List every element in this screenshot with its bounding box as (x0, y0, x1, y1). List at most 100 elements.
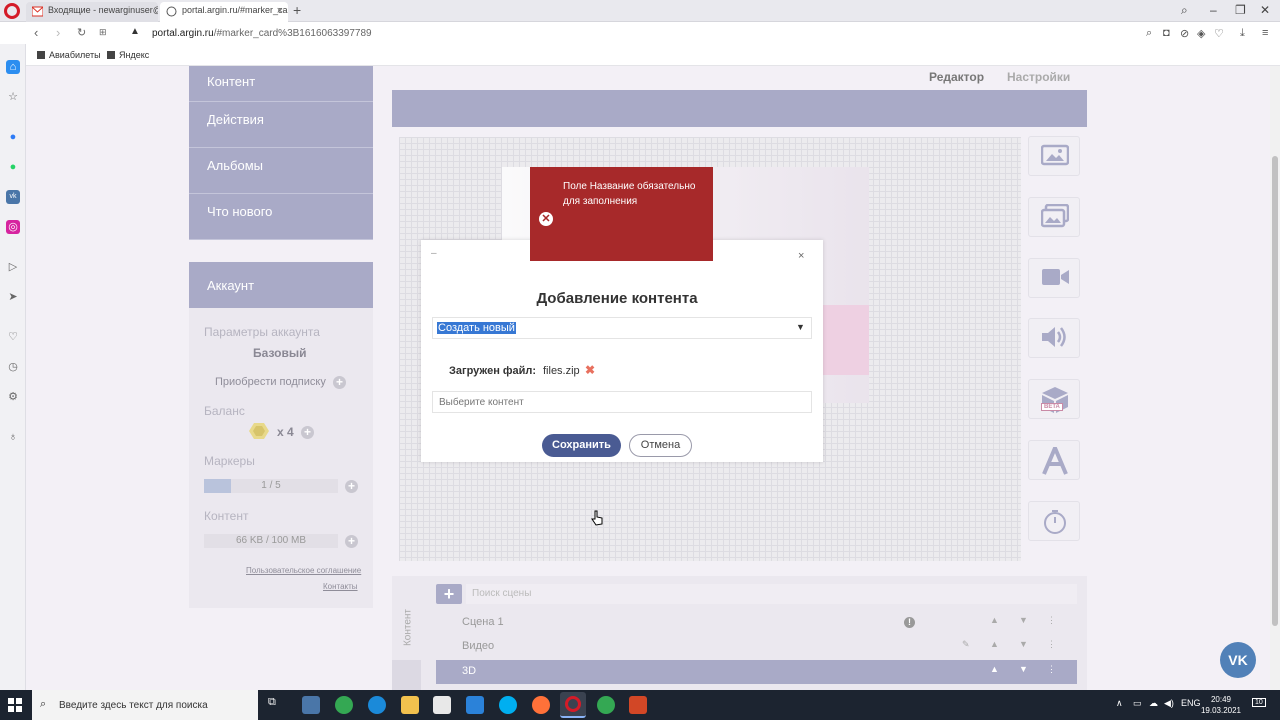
nav-item-actions[interactable]: Действия (189, 102, 373, 148)
tool-timer-button[interactable] (1028, 501, 1080, 541)
forward-icon[interactable]: › (56, 25, 60, 40)
save-button[interactable]: Сохранить (542, 434, 621, 457)
whatsapp-icon[interactable]: ● (6, 160, 20, 174)
edit-icon[interactable]: ✎ (962, 639, 970, 650)
user-agreement-link[interactable]: Пользовательское соглашение (246, 566, 361, 575)
add-marker-icon[interactable]: + (345, 480, 358, 493)
nav-item-content[interactable]: Контент (189, 66, 373, 102)
star-icon[interactable]: ☆ (6, 90, 20, 104)
chrome-icon[interactable] (597, 696, 615, 714)
account-header[interactable]: Аккаунт (189, 262, 373, 308)
more-icon[interactable]: ⋮ (1047, 639, 1056, 650)
scene-side-tab[interactable]: Контент (396, 594, 420, 670)
tool-image-button[interactable] (1028, 136, 1080, 176)
tab-settings[interactable]: Настройки (1007, 70, 1070, 84)
move-down-icon[interactable]: ▼ (1019, 639, 1028, 649)
skype-icon[interactable] (499, 696, 517, 714)
nav-item-albums[interactable]: Альбомы (189, 148, 373, 194)
tool-text-button[interactable] (1028, 440, 1080, 480)
add-scene-button[interactable]: + (436, 584, 462, 604)
error-toast[interactable]: ✕ Поле Название обязательно для заполнен… (530, 167, 713, 261)
contacts-link[interactable]: Контакты (323, 582, 358, 591)
error-close-icon[interactable]: ✕ (539, 212, 553, 226)
task-view-icon[interactable]: ⧉ (268, 696, 286, 714)
bookmark-aviabilety[interactable]: Авиабилеты (37, 50, 101, 60)
back-icon[interactable]: ‹ (34, 25, 38, 40)
bookmark-yandex[interactable]: Яндекс (107, 50, 149, 60)
firefox-icon[interactable] (532, 696, 550, 714)
tips-icon[interactable]: ♁ (6, 430, 20, 444)
search-icon[interactable]: ⌕ (1146, 27, 1152, 40)
vk-icon[interactable]: vk (6, 190, 20, 204)
move-down-icon[interactable]: ▼ (1019, 664, 1028, 674)
mail-icon[interactable] (466, 696, 484, 714)
speed-dial-icon[interactable]: ⊞ (99, 27, 107, 38)
scrollbar-thumb[interactable] (1272, 156, 1278, 626)
vk-chat-button[interactable]: VK (1220, 642, 1256, 678)
browser-tab-portal[interactable]: portal.argin.ru/#marker_ca × (160, 2, 288, 22)
volume-icon[interactable]: ◀) (1164, 698, 1174, 709)
player-icon[interactable]: ▷ (6, 260, 20, 274)
remove-file-icon[interactable]: ✖ (585, 363, 595, 377)
vk-app-icon[interactable] (302, 696, 320, 714)
vpn-icon[interactable]: ◈ (1197, 27, 1205, 40)
tool-audio-button[interactable] (1028, 318, 1080, 358)
send-icon[interactable]: ➤ (6, 290, 20, 304)
minimize-icon[interactable]: – (1210, 3, 1217, 17)
browser-tab-gmail[interactable]: Входящие - newarginuser@ (26, 2, 158, 22)
more-icon[interactable]: ⋮ (1047, 615, 1056, 626)
chrome-icon[interactable] (335, 696, 353, 714)
add-balance-icon[interactable]: + (301, 426, 314, 439)
notifications-icon[interactable]: 10 (1252, 698, 1266, 707)
explorer-icon[interactable] (401, 696, 419, 714)
scene-row-selected[interactable]: 3D ▲ ▼ ⋮ (436, 660, 1077, 684)
heart-icon[interactable]: ♡ (1214, 27, 1224, 40)
move-up-icon[interactable]: ▲ (990, 639, 999, 649)
scene-side-tab-lower[interactable] (392, 660, 421, 690)
move-up-icon[interactable]: ▲ (990, 615, 999, 625)
edge-icon[interactable] (368, 696, 386, 714)
instagram-icon[interactable]: ◎ (6, 220, 20, 234)
menu-icon[interactable]: ≡ (1262, 27, 1268, 39)
windows-start-icon[interactable] (8, 698, 22, 712)
history-icon[interactable]: ◷ (6, 360, 20, 374)
buy-subscription-link[interactable]: Приобрести подписку (215, 376, 326, 388)
page-scrollbar[interactable] (1270, 66, 1280, 690)
taskbar-search[interactable]: ⌕ Введите здесь текст для поиска (32, 690, 258, 720)
store-icon[interactable] (433, 696, 451, 714)
camera-icon[interactable]: ◘ (1163, 27, 1170, 39)
heart-icon[interactable]: ♡ (6, 330, 20, 344)
powerpoint-icon[interactable] (629, 696, 647, 714)
tool-3d-button[interactable]: BETA (1028, 379, 1080, 419)
opera-taskbar-icon[interactable] (560, 692, 586, 718)
messenger-icon[interactable]: ● (6, 130, 20, 144)
move-down-icon[interactable]: ▼ (1019, 615, 1028, 625)
new-tab-icon[interactable]: + (293, 2, 301, 18)
tool-gallery-button[interactable] (1028, 197, 1080, 237)
language-indicator[interactable]: ENG (1181, 698, 1201, 708)
close-tab-icon[interactable]: × (277, 5, 283, 17)
close-window-icon[interactable]: ✕ (1260, 3, 1270, 17)
modal-minimize-button[interactable]: – (431, 248, 437, 259)
scene-row[interactable]: Сцена 1 ! ▲ ▼ ⋮ (436, 611, 1077, 635)
restore-icon[interactable]: ❐ (1235, 3, 1246, 17)
tool-video-button[interactable] (1028, 258, 1080, 298)
reload-icon[interactable]: ↻ (77, 26, 86, 39)
content-type-select[interactable]: Создать новый ▼ (432, 317, 812, 339)
network-icon[interactable]: ▭ (1133, 698, 1142, 709)
info-icon[interactable]: ! (904, 617, 915, 628)
cancel-button[interactable]: Отмена (629, 434, 692, 457)
nav-item-whats-new[interactable]: Что нового (189, 194, 373, 240)
modal-close-button[interactable]: × (798, 250, 804, 262)
shield-icon[interactable]: ⊘ (1180, 27, 1189, 40)
add-subscription-icon[interactable]: + (333, 376, 346, 389)
settings-icon[interactable]: ⚙ (6, 390, 20, 404)
scene-search-input[interactable]: Поиск сцены (466, 584, 1077, 604)
clock[interactable]: 20:49 19.03.2021 (1200, 694, 1242, 716)
more-icon[interactable]: ⋮ (1047, 664, 1056, 675)
cloud-icon[interactable]: ☁ (1149, 698, 1158, 709)
search-tabs-icon[interactable]: ⌕ (1181, 3, 1188, 18)
scene-row[interactable]: Видео ✎ ▲ ▼ ⋮ (436, 635, 1077, 659)
opera-logo-icon[interactable] (4, 3, 20, 19)
home-icon[interactable]: ⌂ (6, 60, 20, 74)
